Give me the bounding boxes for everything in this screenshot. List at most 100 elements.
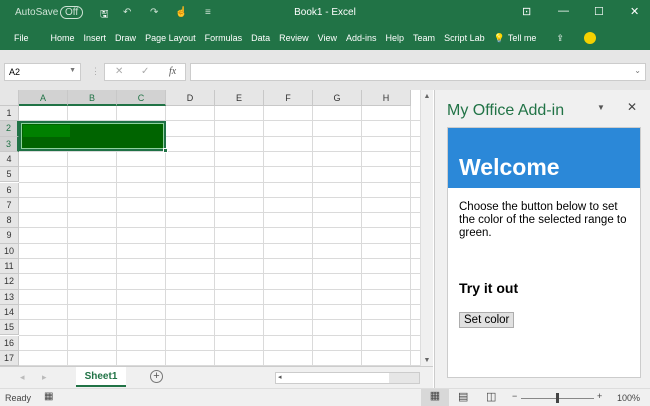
- column-header-e[interactable]: E: [215, 90, 264, 106]
- tab-review[interactable]: Review: [279, 33, 309, 43]
- row-header-15[interactable]: 15: [0, 320, 19, 336]
- active-cell[interactable]: [23, 125, 70, 137]
- zoom-out-icon[interactable]: −: [512, 391, 517, 401]
- row-header-10[interactable]: 10: [0, 243, 19, 259]
- column-header-a[interactable]: A: [19, 90, 68, 106]
- scroll-down-icon[interactable]: ▼: [421, 357, 433, 364]
- ribbon-tabs: File Home Insert Draw Page Layout Formul…: [0, 26, 650, 50]
- column-header-f[interactable]: F: [264, 90, 313, 106]
- scroll-up-icon[interactable]: ▲: [421, 93, 433, 100]
- gridline: [19, 212, 420, 214]
- formula-input[interactable]: ⌄: [190, 63, 646, 81]
- tab-view[interactable]: View: [318, 33, 337, 43]
- row-header-12[interactable]: 12: [0, 274, 19, 290]
- column-header-d[interactable]: D: [166, 90, 215, 106]
- page-layout-view-icon[interactable]: ▤: [458, 390, 468, 403]
- name-box[interactable]: A2 ▼: [4, 63, 81, 81]
- gridline: [19, 349, 420, 351]
- row-header-2[interactable]: 2: [0, 121, 19, 137]
- drag-handle-icon[interactable]: ⋮: [91, 66, 100, 77]
- add-sheet-icon[interactable]: +: [150, 370, 163, 383]
- gridline: [19, 150, 420, 152]
- spreadsheet-grid[interactable]: A B C D E F G H 1 2 3 4 5 6 7 8 9 10 11 12 13 14 15 16 17: [0, 90, 420, 366]
- scroll-left-icon[interactable]: ◂: [278, 373, 282, 381]
- zoom-in-icon[interactable]: +: [597, 391, 602, 401]
- tab-add-ins[interactable]: Add-ins: [346, 33, 377, 43]
- expand-formula-icon[interactable]: ⌄: [634, 66, 641, 75]
- horizontal-scrollbar[interactable]: ◂: [275, 372, 420, 384]
- select-all-button[interactable]: [0, 90, 19, 106]
- row-header-16[interactable]: 16: [0, 335, 19, 351]
- gridline: [19, 258, 420, 259]
- row-header-6[interactable]: 6: [0, 182, 19, 198]
- tab-formulas[interactable]: Formulas: [205, 33, 243, 43]
- formula-bar: A2 ▼ ⋮ ✕ ✓ fx ⌄: [0, 50, 650, 90]
- tab-help[interactable]: Help: [386, 33, 405, 43]
- sheet-tab-bar: ◂ ▸ Sheet1 + ◂: [0, 366, 433, 388]
- tab-team[interactable]: Team: [413, 33, 435, 43]
- name-box-value: A2: [9, 67, 21, 77]
- row-header-3[interactable]: 3: [0, 136, 19, 152]
- formula-buttons: ✕ ✓ fx: [104, 63, 186, 81]
- gridline: [19, 273, 420, 275]
- gridline: [19, 288, 420, 290]
- scroll-track: [389, 373, 419, 383]
- gridline: [263, 106, 264, 366]
- enter-icon[interactable]: ✓: [141, 66, 149, 77]
- minimize-icon[interactable]: —: [558, 5, 569, 17]
- pane-options-icon[interactable]: ▼: [597, 103, 605, 112]
- row-header-1[interactable]: 1: [0, 106, 19, 122]
- column-header-g[interactable]: G: [313, 90, 362, 106]
- prev-sheet-icon[interactable]: ◂: [20, 372, 25, 383]
- vertical-scrollbar[interactable]: ▲ ▼: [420, 90, 433, 366]
- gridline: [19, 303, 420, 305]
- smiley-feedback-icon[interactable]: [583, 32, 596, 44]
- row-header-7[interactable]: 7: [0, 197, 19, 214]
- column-header-h[interactable]: H: [362, 90, 411, 106]
- insert-function-button[interactable]: fx: [169, 66, 176, 77]
- row-header-8[interactable]: 8: [0, 213, 19, 229]
- tab-script-lab[interactable]: Script Lab: [444, 33, 485, 43]
- task-pane: My Office Add-in ▼ ✕ Welcome Choose the …: [434, 90, 650, 388]
- gridline: [19, 181, 420, 183]
- tab-insert[interactable]: Insert: [84, 33, 107, 43]
- sheet-tab-sheet1[interactable]: Sheet1: [76, 367, 126, 387]
- normal-view-icon[interactable]: ▦: [421, 389, 449, 406]
- next-sheet-icon[interactable]: ▸: [42, 372, 47, 383]
- fill-handle[interactable]: [163, 148, 168, 153]
- tab-home[interactable]: Home: [51, 33, 75, 43]
- close-icon[interactable]: ✕: [630, 5, 639, 18]
- gridline: [19, 196, 420, 198]
- row-header-4[interactable]: 4: [0, 151, 19, 168]
- page-break-view-icon[interactable]: ◫: [486, 390, 496, 403]
- zoom-level[interactable]: 100%: [617, 393, 640, 403]
- selected-range-a2-c3[interactable]: [19, 121, 168, 153]
- row-header-14[interactable]: 14: [0, 304, 19, 321]
- tab-data[interactable]: Data: [251, 33, 270, 43]
- tab-file[interactable]: File: [14, 33, 29, 43]
- add-in-content: Welcome Choose the button below to set t…: [447, 127, 641, 378]
- set-color-button[interactable]: Set color: [459, 312, 515, 328]
- tab-page-layout[interactable]: Page Layout: [145, 33, 196, 43]
- ribbon-display-icon[interactable]: ⊡: [522, 5, 531, 18]
- gridline: [19, 227, 420, 229]
- tab-draw[interactable]: Draw: [115, 33, 136, 43]
- gridline: [361, 106, 362, 366]
- chevron-down-icon[interactable]: ▼: [69, 67, 76, 74]
- gridline: [214, 106, 215, 366]
- column-header-c[interactable]: C: [117, 90, 166, 106]
- row-header-17[interactable]: 17: [0, 350, 19, 366]
- macro-recording-icon[interactable]: ▦: [44, 391, 53, 402]
- row-header-11[interactable]: 11: [0, 259, 19, 275]
- row-header-9[interactable]: 9: [0, 228, 19, 244]
- pane-close-icon[interactable]: ✕: [627, 100, 637, 114]
- tell-me-search[interactable]: Tell me: [508, 33, 537, 43]
- welcome-header: Welcome: [448, 128, 640, 188]
- share-icon[interactable]: ⇪: [556, 33, 564, 44]
- maximize-icon[interactable]: ☐: [594, 5, 604, 18]
- row-header-5[interactable]: 5: [0, 167, 19, 183]
- cancel-icon[interactable]: ✕: [115, 66, 123, 77]
- zoom-slider-thumb[interactable]: [556, 393, 559, 403]
- column-header-b[interactable]: B: [68, 90, 117, 106]
- row-header-13[interactable]: 13: [0, 289, 19, 305]
